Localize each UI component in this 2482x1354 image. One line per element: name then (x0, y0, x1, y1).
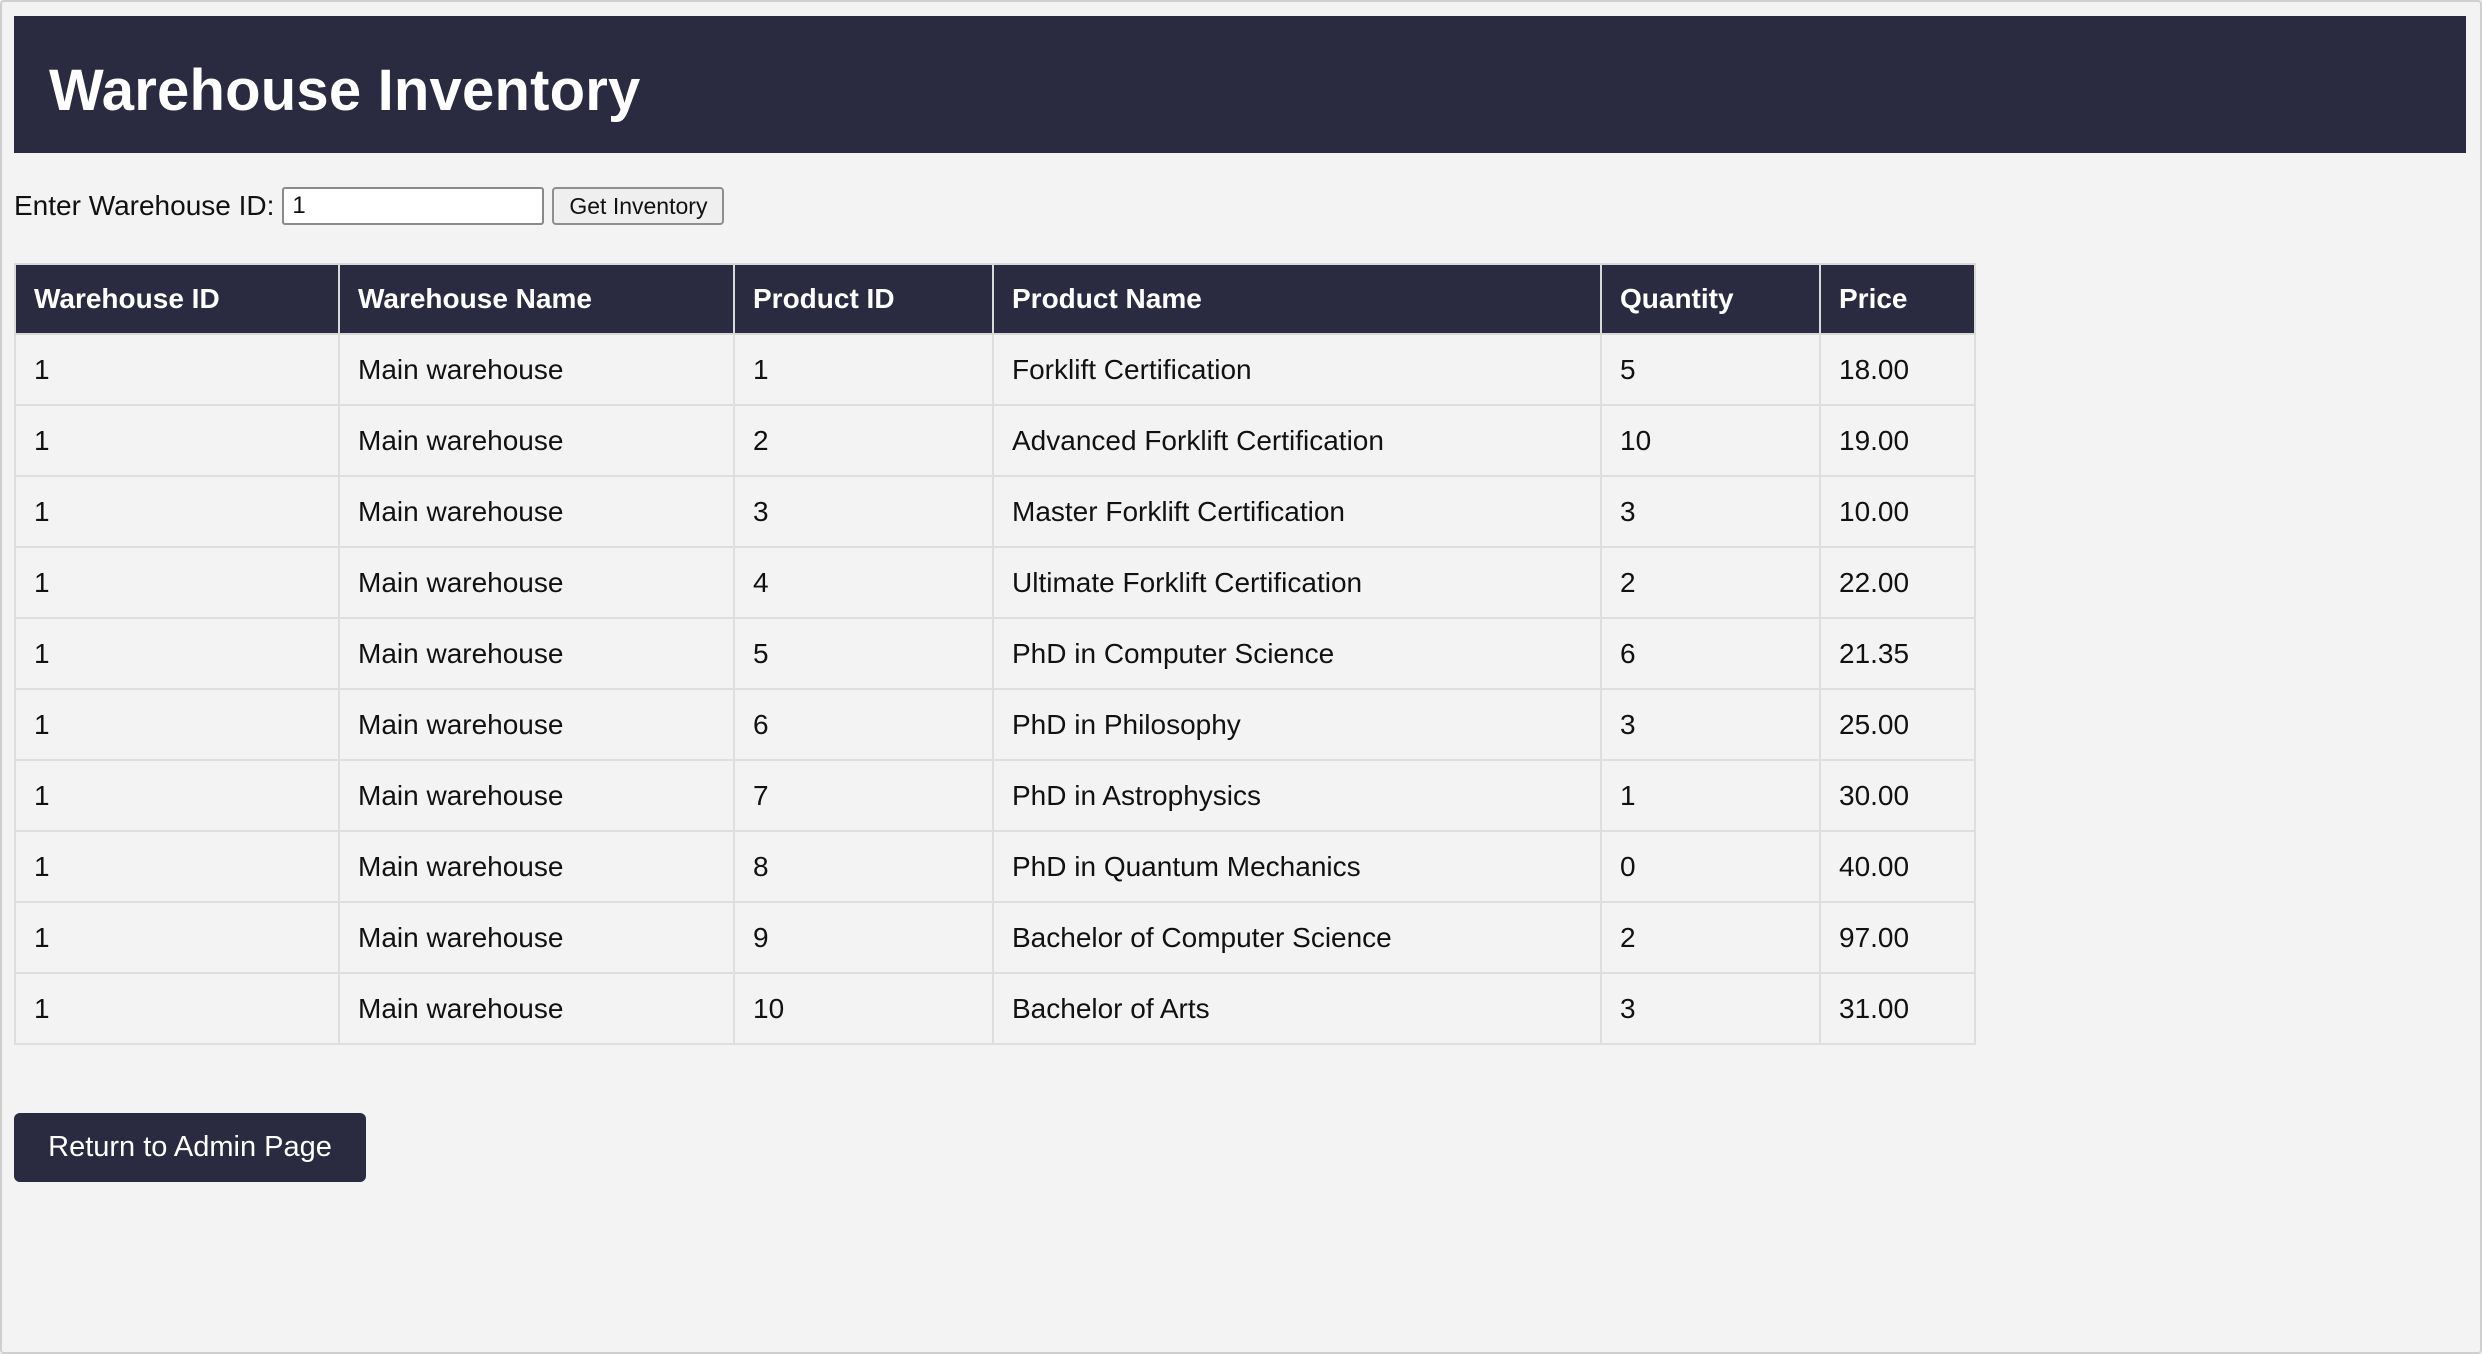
cell-product-id: 4 (733, 546, 994, 619)
cell-price: 25.00 (1819, 688, 1976, 761)
cell-warehouse-id: 1 (14, 688, 340, 761)
cell-warehouse-name: Main warehouse (338, 972, 735, 1045)
cell-quantity: 1 (1600, 759, 1821, 832)
table-row: 1 Main warehouse 1 Forklift Certificatio… (14, 333, 1976, 406)
column-header-warehouse-id: Warehouse ID (14, 263, 340, 335)
table-row: 1 Main warehouse 5 PhD in Computer Scien… (14, 617, 1976, 690)
cell-warehouse-name: Main warehouse (338, 901, 735, 974)
cell-warehouse-name: Main warehouse (338, 759, 735, 832)
cell-product-id: 5 (733, 617, 994, 690)
table-row: 1 Main warehouse 8 PhD in Quantum Mechan… (14, 830, 1976, 903)
cell-price: 18.00 (1819, 333, 1976, 406)
cell-price: 97.00 (1819, 901, 1976, 974)
page-header: Warehouse Inventory (14, 16, 2466, 153)
column-header-product-id: Product ID (733, 263, 994, 335)
cell-warehouse-name: Main warehouse (338, 617, 735, 690)
cell-product-name: Advanced Forklift Certification (992, 404, 1602, 477)
get-inventory-button[interactable]: Get Inventory (552, 187, 725, 225)
cell-warehouse-name: Main warehouse (338, 475, 735, 548)
cell-product-id: 1 (733, 333, 994, 406)
cell-price: 21.35 (1819, 617, 1976, 690)
page-title: Warehouse Inventory (49, 58, 641, 123)
cell-warehouse-id: 1 (14, 972, 340, 1045)
cell-warehouse-id: 1 (14, 830, 340, 903)
cell-product-id: 9 (733, 901, 994, 974)
inventory-table: Warehouse ID Warehouse Name Product ID P… (14, 263, 1976, 1045)
cell-warehouse-id: 1 (14, 546, 340, 619)
cell-product-name: Master Forklift Certification (992, 475, 1602, 548)
cell-product-name: PhD in Philosophy (992, 688, 1602, 761)
cell-warehouse-id: 1 (14, 404, 340, 477)
cell-quantity: 6 (1600, 617, 1821, 690)
cell-warehouse-id: 1 (14, 901, 340, 974)
cell-warehouse-name: Main warehouse (338, 333, 735, 406)
cell-product-name: Forklift Certification (992, 333, 1602, 406)
cell-warehouse-id: 1 (14, 475, 340, 548)
return-to-admin-button[interactable]: Return to Admin Page (14, 1113, 366, 1182)
cell-price: 22.00 (1819, 546, 1976, 619)
table-row: 1 Main warehouse 10 Bachelor of Arts 3 3… (14, 972, 1976, 1045)
table-row: 1 Main warehouse 2 Advanced Forklift Cer… (14, 404, 1976, 477)
cell-warehouse-name: Main warehouse (338, 830, 735, 903)
cell-product-id: 10 (733, 972, 994, 1045)
cell-warehouse-id: 1 (14, 333, 340, 406)
cell-price: 19.00 (1819, 404, 1976, 477)
cell-quantity: 3 (1600, 475, 1821, 548)
cell-product-id: 2 (733, 404, 994, 477)
cell-warehouse-id: 1 (14, 759, 340, 832)
cell-warehouse-name: Main warehouse (338, 404, 735, 477)
cell-product-id: 8 (733, 830, 994, 903)
table-row: 1 Main warehouse 7 PhD in Astrophysics 1… (14, 759, 1976, 832)
cell-product-name: PhD in Astrophysics (992, 759, 1602, 832)
cell-product-id: 3 (733, 475, 994, 548)
cell-warehouse-name: Main warehouse (338, 688, 735, 761)
cell-product-name: Bachelor of Computer Science (992, 901, 1602, 974)
table-row: 1 Main warehouse 6 PhD in Philosophy 3 2… (14, 688, 1976, 761)
table-row: 1 Main warehouse 9 Bachelor of Computer … (14, 901, 1976, 974)
table-row: 1 Main warehouse 4 Ultimate Forklift Cer… (14, 546, 1976, 619)
cell-quantity: 2 (1600, 546, 1821, 619)
cell-product-name: Bachelor of Arts (992, 972, 1602, 1045)
column-header-quantity: Quantity (1600, 263, 1821, 335)
table-header-row: Warehouse ID Warehouse Name Product ID P… (14, 263, 1976, 335)
cell-product-name: PhD in Quantum Mechanics (992, 830, 1602, 903)
cell-price: 31.00 (1819, 972, 1976, 1045)
cell-product-id: 6 (733, 688, 994, 761)
cell-product-name: Ultimate Forklift Certification (992, 546, 1602, 619)
cell-quantity: 0 (1600, 830, 1821, 903)
column-header-warehouse-name: Warehouse Name (338, 263, 735, 335)
cell-price: 40.00 (1819, 830, 1976, 903)
cell-quantity: 5 (1600, 333, 1821, 406)
column-header-price: Price (1819, 263, 1976, 335)
cell-price: 30.00 (1819, 759, 1976, 832)
cell-warehouse-id: 1 (14, 617, 340, 690)
cell-warehouse-name: Main warehouse (338, 546, 735, 619)
cell-quantity: 10 (1600, 404, 1821, 477)
cell-quantity: 3 (1600, 688, 1821, 761)
cell-quantity: 3 (1600, 972, 1821, 1045)
warehouse-id-form: Enter Warehouse ID: Get Inventory (14, 185, 725, 227)
cell-quantity: 2 (1600, 901, 1821, 974)
cell-product-id: 7 (733, 759, 994, 832)
cell-product-name: PhD in Computer Science (992, 617, 1602, 690)
table-row: 1 Main warehouse 3 Master Forklift Certi… (14, 475, 1976, 548)
warehouse-id-label: Enter Warehouse ID: (14, 190, 275, 221)
column-header-product-name: Product Name (992, 263, 1602, 335)
warehouse-id-input[interactable] (282, 187, 545, 225)
cell-price: 10.00 (1819, 475, 1976, 548)
